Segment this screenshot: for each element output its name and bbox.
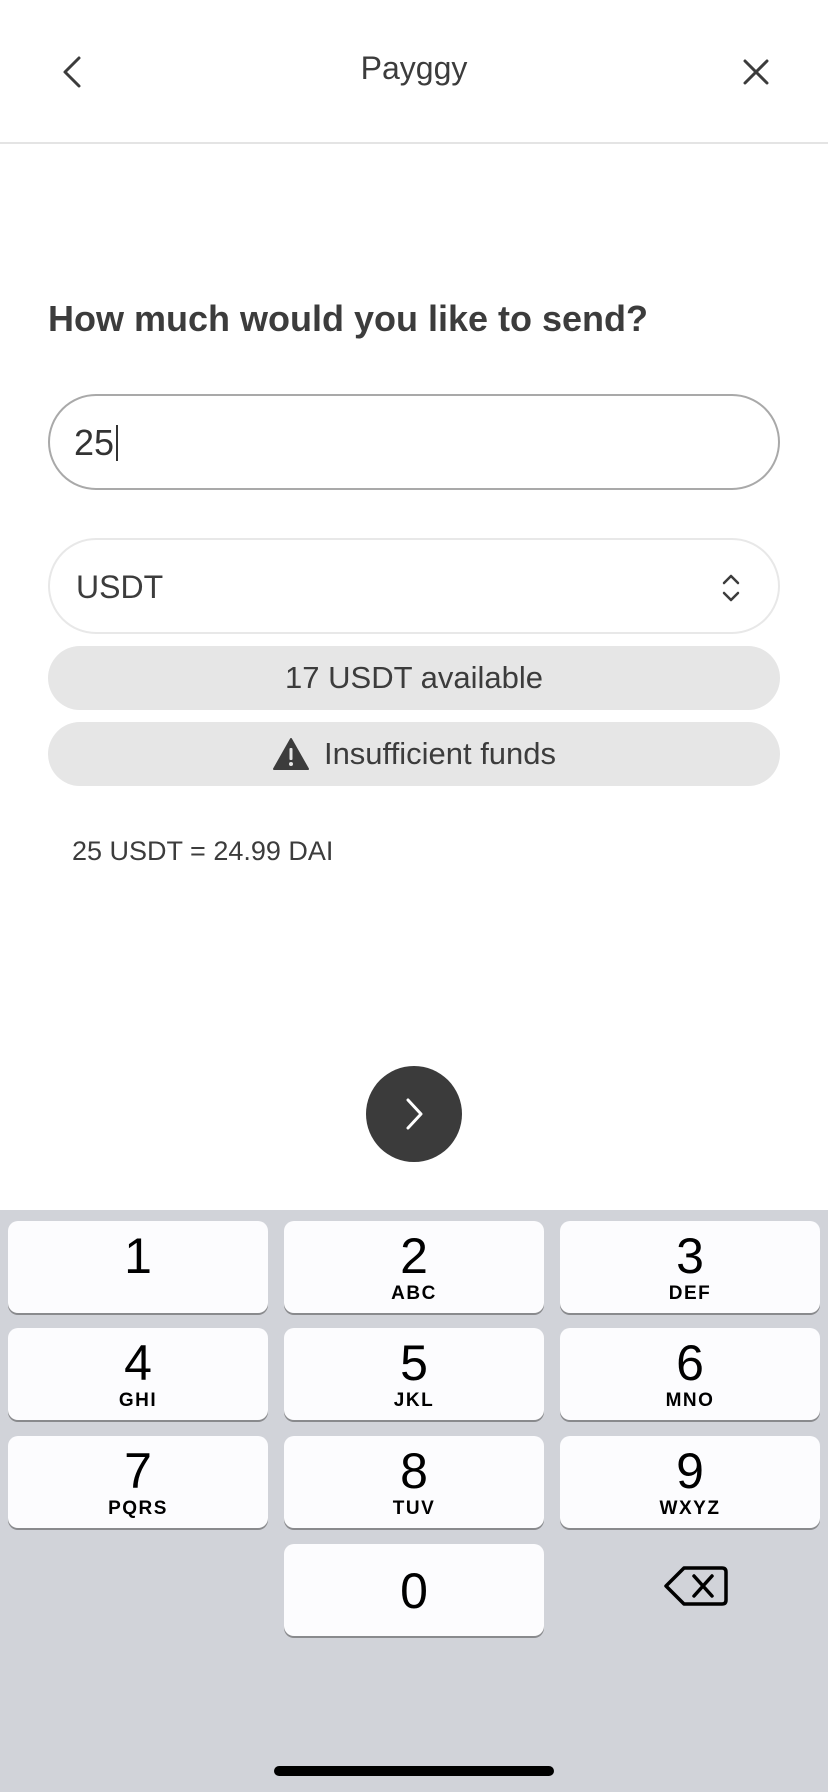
key-letters: WXYZ [659,1498,721,1519]
next-button[interactable] [366,1066,462,1162]
key-4[interactable]: 4 GHI [8,1328,268,1420]
backspace-key[interactable] [662,1560,730,1612]
key-digit: 5 [400,1335,428,1391]
key-8[interactable]: 8 TUV [284,1436,544,1528]
key-digit: 8 [400,1443,428,1499]
currency-selected: USDT [76,569,164,605]
key-5[interactable]: 5 JKL [284,1328,544,1420]
key-digit: 0 [400,1563,428,1619]
key-3[interactable]: 3 DEF [560,1221,820,1313]
warning-text: Insufficient funds [323,736,557,771]
send-question: How much would you like to send? [48,298,649,339]
key-letters: GHI [118,1390,158,1411]
key-6[interactable]: 6 MNO [560,1328,820,1420]
amount-input[interactable]: 25 [48,394,780,490]
available-balance: 17 USDT available [48,646,780,710]
key-letters: ABC [391,1283,437,1304]
backspace-icon [664,1566,728,1606]
chevron-up-down-icon [722,574,740,602]
page-title: Payggy [360,50,468,86]
amount-value: 25 [74,422,115,463]
key-9[interactable]: 9 WXYZ [560,1436,820,1528]
close-icon [743,59,769,85]
key-0[interactable]: 0 [284,1544,544,1636]
key-letters: DEF [668,1283,712,1304]
text-cursor [116,425,119,461]
app-header: Payggy [0,0,828,144]
key-letters: PQRS [108,1498,168,1519]
key-digit: 2 [400,1228,428,1284]
key-2[interactable]: 2 ABC [284,1221,544,1313]
key-digit: 6 [676,1335,704,1391]
key-digit: 1 [124,1228,152,1284]
chevron-right-icon [406,1098,423,1130]
warning-icon [272,738,309,770]
available-text: 17 USDT available [285,660,543,695]
key-letters: JKL [393,1390,435,1411]
key-1[interactable]: 1 [8,1221,268,1313]
key-letters: TUV [392,1498,436,1519]
close-button[interactable] [728,44,784,100]
key-digit: 7 [124,1443,152,1499]
key-digit: 9 [676,1443,704,1499]
key-letters: MNO [665,1390,715,1411]
currency-select[interactable]: USDT [48,538,780,634]
home-indicator[interactable] [274,1766,554,1776]
key-digit: 4 [124,1335,152,1391]
conversion-rate: 25 USDT = 24.99 DAI [72,836,334,866]
key-digit: 3 [676,1228,704,1284]
insufficient-funds-warning: Insufficient funds [48,722,780,786]
key-7[interactable]: 7 PQRS [8,1436,268,1528]
